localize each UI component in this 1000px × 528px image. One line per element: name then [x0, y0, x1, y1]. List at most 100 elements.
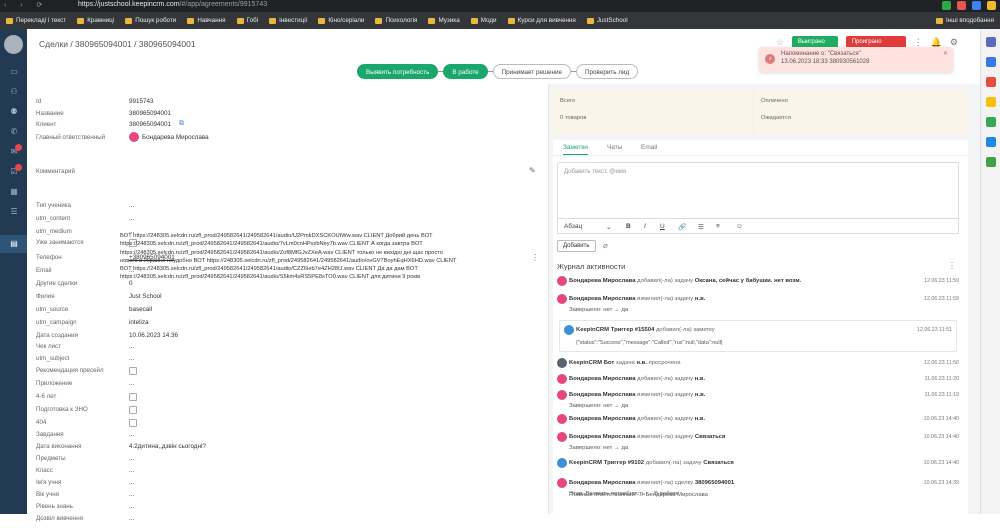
avatar	[129, 132, 139, 142]
entry-object[interactable]: Оксана, сейчас у бабушки. нет возм.	[695, 278, 802, 284]
bookmark-item[interactable]: Кіно/серіали	[318, 17, 364, 24]
app-icon[interactable]	[986, 157, 996, 167]
address-bar[interactable]: https://justschool.keepincrm.com/#/app/a…	[78, 1, 267, 8]
entry-date: 10.06.23 14:39	[923, 480, 959, 486]
entry-author[interactable]: KeepinCRM Бот	[569, 360, 614, 366]
entry-object[interactable]: н.в.	[695, 376, 705, 382]
checkbox[interactable]	[129, 406, 137, 414]
bold-icon[interactable]: B	[626, 223, 631, 230]
other-bookmarks[interactable]: Інші вподобання	[935, 17, 994, 24]
entry-author[interactable]: Бондарева Мирослава	[569, 392, 636, 398]
entry-date: 11.06.23 11:19	[924, 392, 959, 398]
user-icon[interactable]: ⚇	[9, 87, 19, 96]
bookmark-item[interactable]: Музика	[428, 17, 460, 24]
folder-icon	[187, 17, 195, 24]
more-icon[interactable]: ⋮	[531, 253, 539, 262]
users-icon[interactable]: ⚉	[9, 107, 19, 116]
bookmark-item[interactable]: Психологія	[375, 17, 417, 24]
entry-author[interactable]: Бондарева Мирослава	[569, 376, 636, 382]
close-icon[interactable]: ✕	[943, 50, 948, 57]
underline-icon[interactable]: U	[660, 223, 665, 230]
list-icon[interactable]: ☰	[9, 207, 19, 216]
app-icon[interactable]	[986, 77, 996, 87]
entry-object[interactable]: н.в.	[695, 416, 705, 422]
gear-icon[interactable]: ⚙	[950, 37, 958, 48]
extension-icon[interactable]	[987, 1, 996, 10]
link-icon[interactable]: 🔗	[678, 223, 686, 231]
app-icon[interactable]	[986, 97, 996, 107]
app-icon[interactable]	[986, 117, 996, 127]
entry-object[interactable]: н.в.	[695, 392, 705, 398]
app-icon[interactable]	[986, 137, 996, 147]
entry-author[interactable]: Бондарева Мирослава	[569, 416, 636, 422]
bookmark-item[interactable]: Інвестиції	[269, 17, 307, 24]
extension-icon[interactable]	[972, 1, 981, 10]
entry-object[interactable]: н.в.	[636, 360, 646, 366]
paid-label: Оплачено	[761, 98, 788, 104]
stage-deciding[interactable]: Принимает решение	[492, 64, 572, 79]
bookmark-label: Гобі	[246, 17, 259, 24]
bookmark-item[interactable]: Навчання	[187, 17, 226, 24]
more-icon[interactable]: ⋮	[914, 37, 923, 48]
chevron-down-icon[interactable]: ⌄	[606, 223, 611, 231]
bookmark-item[interactable]: JustSchool	[586, 17, 628, 24]
italic-icon[interactable]: I	[644, 223, 646, 230]
entry-object[interactable]: Связаться	[703, 460, 734, 466]
tab-chats[interactable]: Чаты	[607, 144, 622, 151]
field-value: basecall	[129, 306, 153, 313]
bookmark-item[interactable]: Гобі	[236, 17, 259, 24]
tab-email[interactable]: Email	[641, 144, 657, 151]
bookmark-item[interactable]: Перекладі і текст	[6, 17, 66, 24]
emoji-icon[interactable]: ☺	[736, 223, 743, 230]
phone-icon[interactable]: ✆	[9, 127, 19, 136]
more-icon[interactable]: ⋮	[948, 261, 956, 270]
app-icon[interactable]	[986, 37, 996, 47]
entry-author[interactable]: KeepinCRM Триггер #9102	[569, 460, 644, 466]
add-note-button[interactable]: Добавить	[557, 240, 596, 252]
entry-action: добавил(-ла) задачу	[637, 416, 694, 422]
bell-icon[interactable]: 🔔	[931, 37, 942, 48]
reminder-toast[interactable]: ♪ Напоминание о: "Связаться" 13.06.2023 …	[759, 47, 953, 72]
tab-notes[interactable]: Заметки	[563, 144, 588, 155]
entry-author[interactable]: Бондарева Мирослава	[569, 434, 636, 440]
entry-author[interactable]: Бондарева Мирослава	[569, 296, 636, 302]
field-label: Клиент	[36, 121, 57, 128]
stage-identify-need[interactable]: Выявить потребность	[357, 64, 439, 79]
attach-icon[interactable]: ⌀	[603, 241, 608, 250]
avatar[interactable]	[4, 35, 23, 54]
app-icon[interactable]	[986, 57, 996, 67]
entry-author[interactable]: Бондарева Мирослава	[569, 480, 636, 486]
entry-object[interactable]: Связаться	[695, 434, 726, 440]
extension-icon[interactable]	[957, 1, 966, 10]
stage-in-work[interactable]: В работе	[443, 64, 488, 79]
paragraph-select[interactable]: Абзац	[564, 223, 582, 230]
entry-author[interactable]: Бондарева Мирослава	[569, 278, 636, 284]
chart-icon[interactable]: ▦	[9, 187, 19, 196]
bookmark-item[interactable]: Пошук роботи	[125, 17, 176, 24]
checkbox[interactable]	[129, 367, 137, 375]
ordered-list-icon[interactable]: ≡	[716, 223, 720, 230]
browser-toolbar: ‹ › ⟳ https://justschool.keepincrm.com/#…	[0, 0, 1000, 12]
deals-icon[interactable]: ▤	[9, 239, 19, 248]
note-editor[interactable]: Добавить текст, @имя	[557, 162, 959, 219]
bookmark-item[interactable]: Курси для вивчення	[507, 17, 576, 24]
star-icon[interactable]: ☆	[776, 37, 784, 48]
checkbox[interactable]	[129, 393, 137, 401]
stage-verify-lead[interactable]: Проверить лид	[576, 64, 639, 79]
browser-nav-icons[interactable]: ‹ › ⟳	[4, 1, 48, 9]
bullet-list-icon[interactable]: ☰	[698, 223, 704, 231]
checkbox[interactable]	[129, 419, 137, 427]
entry-object[interactable]: 380965094001	[695, 480, 734, 486]
editor-toolbar: Абзац ⌄ B I U 🔗 ☰ ≡ ☺	[557, 218, 959, 234]
edit-icon[interactable]: ✎	[529, 166, 536, 175]
entry-object[interactable]: н.в.	[695, 296, 705, 302]
entry-author[interactable]: KeepinCRM Триггер #15504	[576, 327, 654, 333]
field-row: Другие сделки 0	[36, 280, 539, 293]
extension-icon[interactable]	[942, 1, 951, 10]
field-label: Телефон	[36, 254, 62, 261]
monitor-icon[interactable]: ▭	[9, 67, 19, 76]
bookmark-item[interactable]: Крамниці	[77, 17, 114, 24]
external-link-icon[interactable]: ⧉	[179, 120, 184, 128]
bookmark-item[interactable]: Моди	[470, 17, 497, 24]
field-value[interactable]: 380965094001	[129, 121, 171, 128]
